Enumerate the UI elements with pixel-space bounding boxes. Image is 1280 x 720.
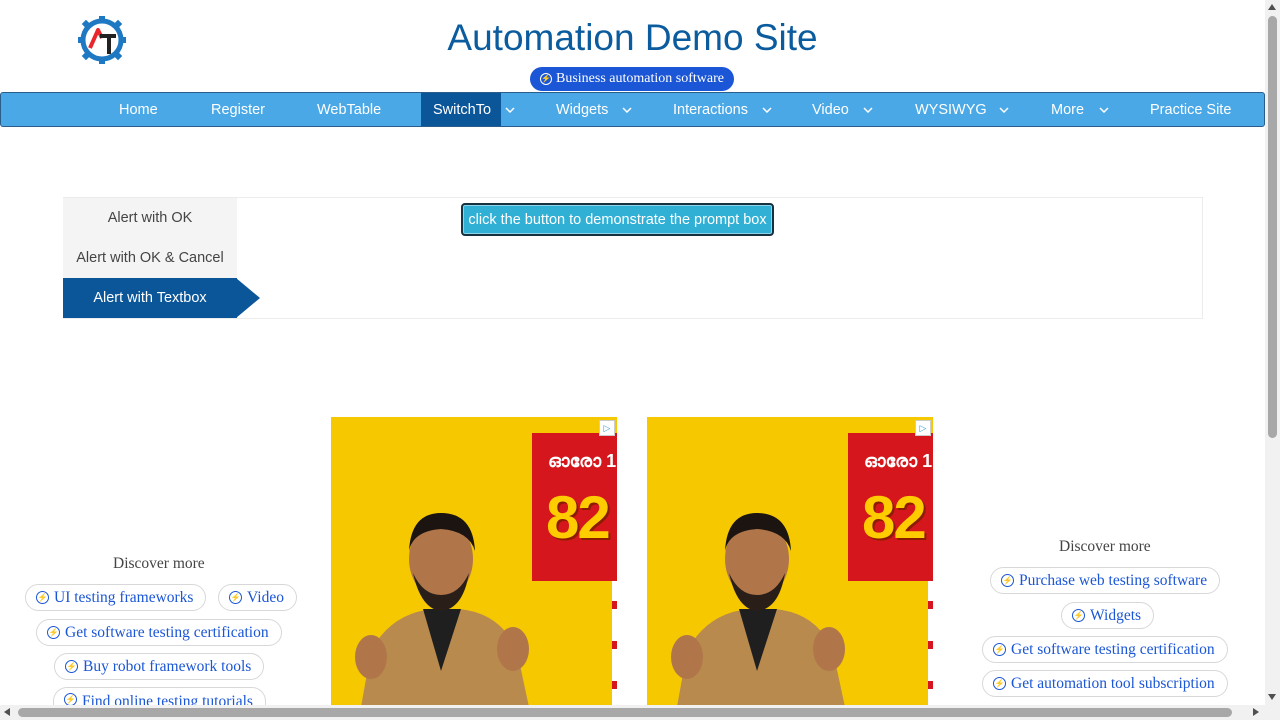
ad-link-pill[interactable]: ⚡ Business automation software [530,67,734,91]
adchoices-icon[interactable]: ▷ [599,420,615,436]
scroll-right-icon[interactable] [1253,708,1259,716]
advertisement-banner[interactable]: ഓരോ 1 82 ▷ [331,417,617,707]
nav-widgets[interactable]: Widgets [556,93,608,126]
discover-chip[interactable]: ⚡ Find online testing tutorials [53,687,266,705]
nav-home[interactable]: Home [119,93,158,126]
chevron-down-icon[interactable] [997,93,1011,126]
ad-person-image [355,513,529,707]
prompt-box-button[interactable]: click the button to demonstrate the prom… [461,203,774,236]
ad-red-box: ഓരോ 1 82 [532,433,617,581]
scroll-down-icon[interactable] [1268,694,1276,700]
chevron-down-icon[interactable] [503,93,517,126]
discover-chip[interactable]: ⚡ Get software testing certification [982,636,1228,663]
discover-more-title: Discover more [113,555,205,572]
ad-strip [928,581,933,707]
nav-webtable[interactable]: WebTable [317,93,381,126]
chevron-down-icon[interactable] [861,93,875,126]
discover-more-title: Discover more [1059,538,1151,555]
bolt-icon: ⚡ [65,660,78,673]
bolt-icon: ⚡ [993,643,1006,656]
chevron-down-icon[interactable] [620,93,634,126]
discover-chip[interactable]: ⚡ Widgets [1061,602,1155,629]
ad-strip [612,581,617,707]
ad-pill-label: Business automation software [556,71,724,86]
active-tab-arrow [236,278,260,318]
chevron-down-icon[interactable] [760,93,774,126]
discover-chip[interactable]: ⚡ UI testing frameworks [25,584,207,611]
nav-more[interactable]: More [1051,93,1084,126]
discover-chip[interactable]: ⚡ Buy robot framework tools [54,653,265,680]
nav-video[interactable]: Video [812,93,849,126]
page-title: Automation Demo Site [447,17,818,58]
tab-alert-ok-cancel[interactable]: Alert with OK & Cancel [63,238,237,278]
scrollbar-thumb[interactable] [1268,16,1277,438]
adchoices-icon[interactable]: ▷ [915,420,931,436]
ad-red-box: ഓരോ 1 82 [848,433,933,581]
ad-person-image [671,513,845,707]
scroll-left-icon[interactable] [4,708,10,716]
discover-chip[interactable]: ⚡ Get software testing certification [36,619,282,646]
bolt-icon: ⚡ [64,693,77,705]
vertical-scrollbar[interactable] [1265,0,1280,720]
scroll-up-icon[interactable] [1268,4,1276,10]
nav-interactions[interactable]: Interactions [673,93,748,126]
discover-chip[interactable]: ⚡ Get automation tool subscription [982,670,1228,697]
chevron-down-icon[interactable] [1097,93,1111,126]
bolt-icon: ⚡ [993,677,1006,690]
bolt-icon: ⚡ [540,73,552,85]
tab-alert-ok[interactable]: Alert with OK [63,198,237,238]
scrollbar-thumb[interactable] [18,708,1232,717]
bolt-icon: ⚡ [1072,609,1085,622]
advertisement-banner[interactable]: ഓരോ 1 82 ▷ [647,417,933,707]
nav-switchto[interactable]: SwitchTo [421,93,501,126]
discover-chip[interactable]: ⚡ Video [218,584,297,611]
bolt-icon: ⚡ [1001,574,1014,587]
bolt-icon: ⚡ [229,591,242,604]
horizontal-scrollbar[interactable] [0,705,1265,720]
nav-practice-site[interactable]: Practice Site [1150,93,1231,126]
bolt-icon: ⚡ [47,626,60,639]
bolt-icon: ⚡ [36,591,49,604]
main-navbar: Home Register WebTable SwitchTo Widgets … [0,92,1265,127]
tab-alert-textbox[interactable]: Alert with Textbox [63,278,237,318]
nav-wysiwyg[interactable]: WYSIWYG [915,93,987,126]
nav-register[interactable]: Register [211,93,265,126]
discover-chip[interactable]: ⚡ Purchase web testing software [990,567,1221,594]
